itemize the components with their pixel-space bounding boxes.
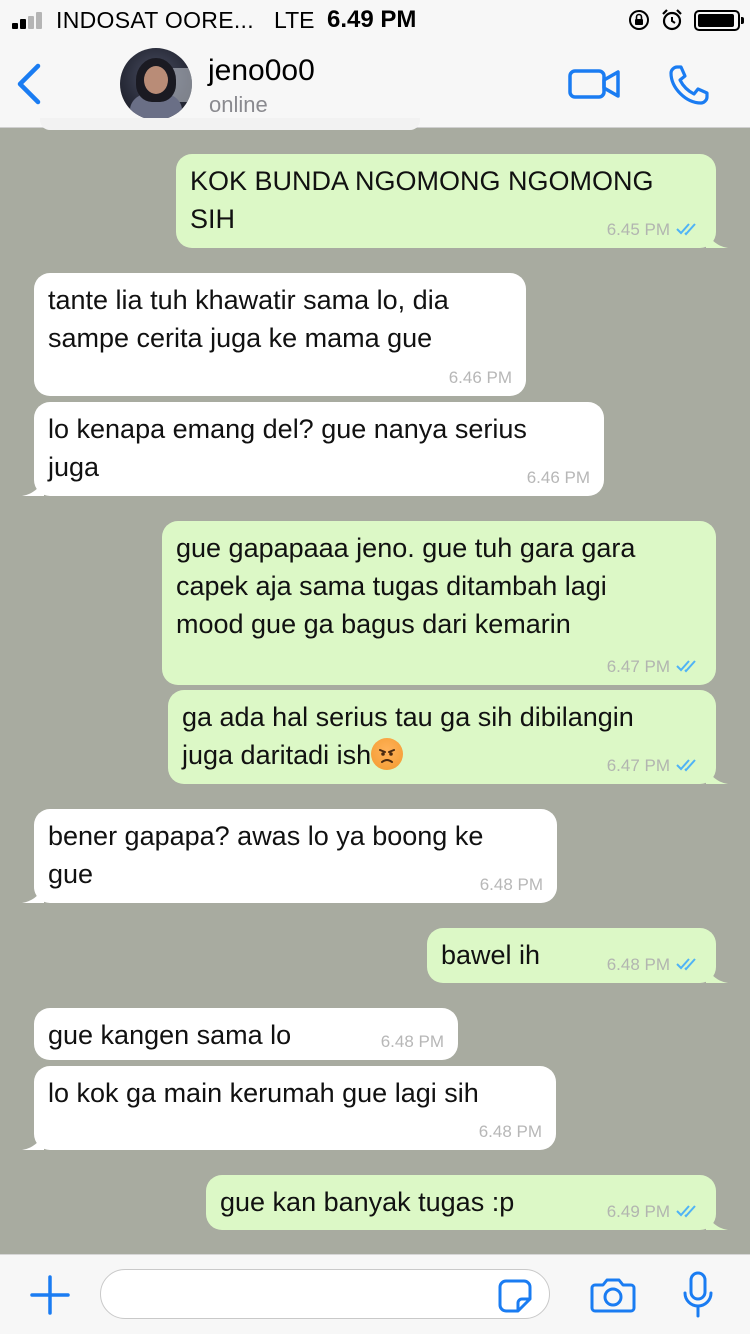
message-time: 6.49 PM xyxy=(606,1202,670,1221)
message-meta: 6.48 PM xyxy=(607,955,702,975)
message-time: 6.48 PM xyxy=(380,1032,444,1051)
read-receipt-icon xyxy=(676,759,696,772)
chevron-left-icon[interactable] xyxy=(14,62,44,106)
message-incoming[interactable]: lo kenapa emang del? gue nanya serius ju… xyxy=(22,402,604,496)
message-meta: 6.47 PM xyxy=(607,756,702,776)
carrier-name: INDOSAT OORE... xyxy=(56,7,254,33)
message-time: 6.45 PM xyxy=(606,220,670,239)
camera-icon[interactable] xyxy=(590,1277,636,1313)
message-time: 6.47 PM xyxy=(606,657,670,676)
message-outgoing[interactable]: ga ada hal serius tau ga sih dibilangin … xyxy=(168,690,728,784)
read-receipt-icon xyxy=(676,1205,696,1218)
message-incoming[interactable]: tante lia tuh khawatir sama lo, dia samp… xyxy=(34,273,526,396)
battery-icon xyxy=(694,10,744,31)
message-input-bar xyxy=(0,1254,750,1334)
contact-name[interactable]: jeno0o0 xyxy=(208,54,315,88)
bubble-tail xyxy=(706,228,728,248)
message-outgoing[interactable]: KOK BUNDA NGOMONG NGOMONG SIH 6.45 PM xyxy=(176,154,728,248)
message-meta: 6.45 PM xyxy=(607,220,702,240)
bubble-tail xyxy=(22,883,44,903)
bubble-tail xyxy=(706,764,728,784)
message-outgoing[interactable]: gue kan banyak tugas :p 6.49 PM xyxy=(206,1175,728,1230)
read-receipt-icon xyxy=(676,223,696,236)
rotation-lock-icon xyxy=(629,10,649,30)
bubble-tail xyxy=(706,1210,728,1230)
message-input[interactable] xyxy=(100,1269,550,1319)
status-bar: INDOSAT OORE... LTE 6.49 PM xyxy=(0,0,750,40)
network-type: LTE xyxy=(274,7,315,33)
message-outgoing[interactable]: gue gapapaaa jeno. gue tuh gara gara cap… xyxy=(162,521,716,685)
phone-icon[interactable] xyxy=(668,64,710,106)
message-time: 6.48 PM xyxy=(606,955,670,974)
message-incoming[interactable]: gue kangen sama lo 6.48 PM xyxy=(34,1008,458,1060)
bubble-tail xyxy=(22,1130,44,1150)
message-meta: 6.49 PM xyxy=(607,1202,702,1222)
message-incoming[interactable]: bener gapapa? awas lo ya boong ke gue 6.… xyxy=(22,809,557,903)
plus-icon[interactable] xyxy=(28,1273,72,1317)
sticker-icon[interactable] xyxy=(498,1279,532,1313)
read-receipt-icon xyxy=(676,958,696,971)
avatar[interactable] xyxy=(120,48,192,120)
angry-face-emoji xyxy=(371,738,404,770)
message-text: bener gapapa? awas lo ya boong ke gue xyxy=(48,821,484,889)
message-text: lo kok ga main kerumah gue lagi sih xyxy=(48,1078,479,1108)
microphone-icon[interactable] xyxy=(682,1271,714,1319)
message-meta: 6.47 PM xyxy=(607,657,702,677)
message-text: lo kenapa emang del? gue nanya serius ju… xyxy=(48,414,527,482)
message-time: 6.48 PM xyxy=(479,875,543,894)
message-text: gue gapapaaa jeno. gue tuh gara gara cap… xyxy=(176,533,636,639)
message-incoming[interactable]: lo kok ga main kerumah gue lagi sih 6.48… xyxy=(22,1066,556,1150)
message-time: 6.47 PM xyxy=(606,756,670,775)
message-outgoing[interactable]: bawel ih 6.48 PM xyxy=(427,928,728,983)
message-time: 6.46 PM xyxy=(526,468,590,487)
message-text: tante lia tuh khawatir sama lo, dia samp… xyxy=(48,285,449,353)
message-text-content: ga ada hal serius tau ga sih dibilangin … xyxy=(182,702,634,770)
chat-header: jeno0o0 online xyxy=(0,40,750,128)
video-camera-icon[interactable] xyxy=(568,66,620,102)
read-receipt-icon xyxy=(676,660,696,673)
message-time: 6.46 PM xyxy=(448,368,512,387)
partial-message-bubble xyxy=(40,118,420,130)
alarm-icon xyxy=(662,9,682,31)
bubble-tail xyxy=(22,476,44,496)
message-time: 6.48 PM xyxy=(478,1122,542,1141)
signal-strength-icon xyxy=(12,11,50,29)
status-time: 6.49 PM xyxy=(327,6,417,33)
bubble-tail xyxy=(706,963,728,983)
contact-status: online xyxy=(209,92,268,117)
